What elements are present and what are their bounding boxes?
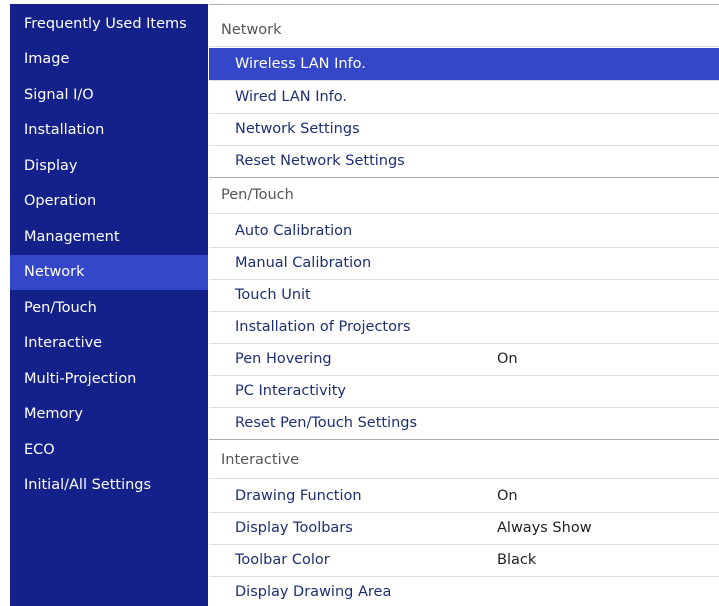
- menu-item-label: PC Interactivity: [235, 383, 346, 399]
- row-divider: [209, 478, 719, 479]
- sidebar-item-multi-projection[interactable]: Multi-Projection: [10, 362, 208, 397]
- sidebar-item-pen-touch[interactable]: Pen/Touch: [10, 291, 208, 326]
- menu-item-label: Pen Hovering: [235, 351, 332, 367]
- menu-item-wired-lan-info[interactable]: Wired LAN Info.: [209, 81, 719, 113]
- sidebar-item-operation[interactable]: Operation: [10, 184, 208, 219]
- sidebar-item-network[interactable]: Network: [10, 255, 208, 290]
- menu-item-label: Reset Network Settings: [235, 153, 405, 169]
- sidebar-item-image[interactable]: Image: [10, 42, 208, 77]
- menu-item-value: Black: [497, 552, 537, 568]
- sidebar-item-signal-io[interactable]: Signal I/O: [10, 78, 208, 113]
- sidebar-item-frequently-used-items[interactable]: Frequently Used Items: [10, 7, 208, 42]
- sidebar-menu: Frequently Used Items Image Signal I/O I…: [10, 4, 208, 606]
- menu-item-value: On: [497, 488, 518, 504]
- menu-item-network-settings[interactable]: Network Settings: [209, 113, 719, 145]
- menu-item-label: Reset Pen/Touch Settings: [235, 415, 418, 431]
- sidebar-item-display[interactable]: Display: [10, 149, 208, 184]
- sidebar-item-interactive[interactable]: Interactive: [10, 326, 208, 361]
- menu-item-pen-hovering[interactable]: Pen Hovering On: [209, 343, 719, 375]
- menu-item-display-drawing-area[interactable]: Display Drawing Area: [209, 576, 719, 606]
- menu-item-label: Installation of Projectors: [235, 319, 411, 335]
- menu-item-label: Network Settings: [235, 121, 360, 137]
- menu-item-label: Display Toolbars: [235, 520, 353, 536]
- sidebar-item-initial-all-settings[interactable]: Initial/All Settings: [10, 468, 208, 503]
- menu-item-label: Touch Unit: [235, 287, 311, 303]
- menu-item-pc-interactivity[interactable]: PC Interactivity: [209, 375, 719, 407]
- menu-item-display-toolbars[interactable]: Display Toolbars Always Show: [209, 512, 719, 544]
- menu-item-auto-calibration[interactable]: Auto Calibration: [209, 215, 719, 247]
- menu-item-label: Wireless LAN Info.: [235, 56, 366, 72]
- sidebar-item-installation[interactable]: Installation: [10, 113, 208, 148]
- menu-item-value: Always Show: [497, 520, 592, 536]
- section-header-pen-touch: Pen/Touch: [221, 187, 294, 203]
- menu-item-label: Display Drawing Area: [235, 584, 392, 600]
- menu-item-label: Toolbar Color: [235, 552, 330, 568]
- section-divider: [209, 177, 719, 178]
- panel-top-border: [209, 4, 719, 5]
- menu-item-drawing-function[interactable]: Drawing Function On: [209, 480, 719, 512]
- menu-item-reset-network-settings[interactable]: Reset Network Settings: [209, 145, 719, 177]
- menu-item-label: Auto Calibration: [235, 223, 353, 239]
- menu-item-reset-pen-touch-settings[interactable]: Reset Pen/Touch Settings: [209, 407, 719, 439]
- settings-screen: Frequently Used Items Image Signal I/O I…: [0, 0, 719, 606]
- menu-item-toolbar-color[interactable]: Toolbar Color Black: [209, 544, 719, 576]
- menu-item-installation-of-projectors[interactable]: Installation of Projectors: [209, 311, 719, 343]
- section-header-interactive: Interactive: [221, 452, 300, 468]
- sidebar-item-management[interactable]: Management: [10, 220, 208, 255]
- section-header-network: Network: [221, 22, 282, 38]
- menu-item-touch-unit[interactable]: Touch Unit: [209, 279, 719, 311]
- menu-item-wireless-lan-info[interactable]: Wireless LAN Info.: [209, 48, 719, 80]
- row-divider: [209, 213, 719, 214]
- menu-item-value: On: [497, 351, 518, 367]
- sidebar-item-eco[interactable]: ECO: [10, 433, 208, 468]
- menu-item-label: Drawing Function: [235, 488, 362, 504]
- menu-item-manual-calibration[interactable]: Manual Calibration: [209, 247, 719, 279]
- menu-item-label: Manual Calibration: [235, 255, 372, 271]
- section-divider: [209, 439, 719, 440]
- row-divider: [209, 46, 719, 47]
- sidebar-item-memory[interactable]: Memory: [10, 397, 208, 432]
- menu-item-label: Wired LAN Info.: [235, 89, 348, 105]
- settings-panel: Network Wireless LAN Info. Wired LAN Inf…: [209, 4, 719, 606]
